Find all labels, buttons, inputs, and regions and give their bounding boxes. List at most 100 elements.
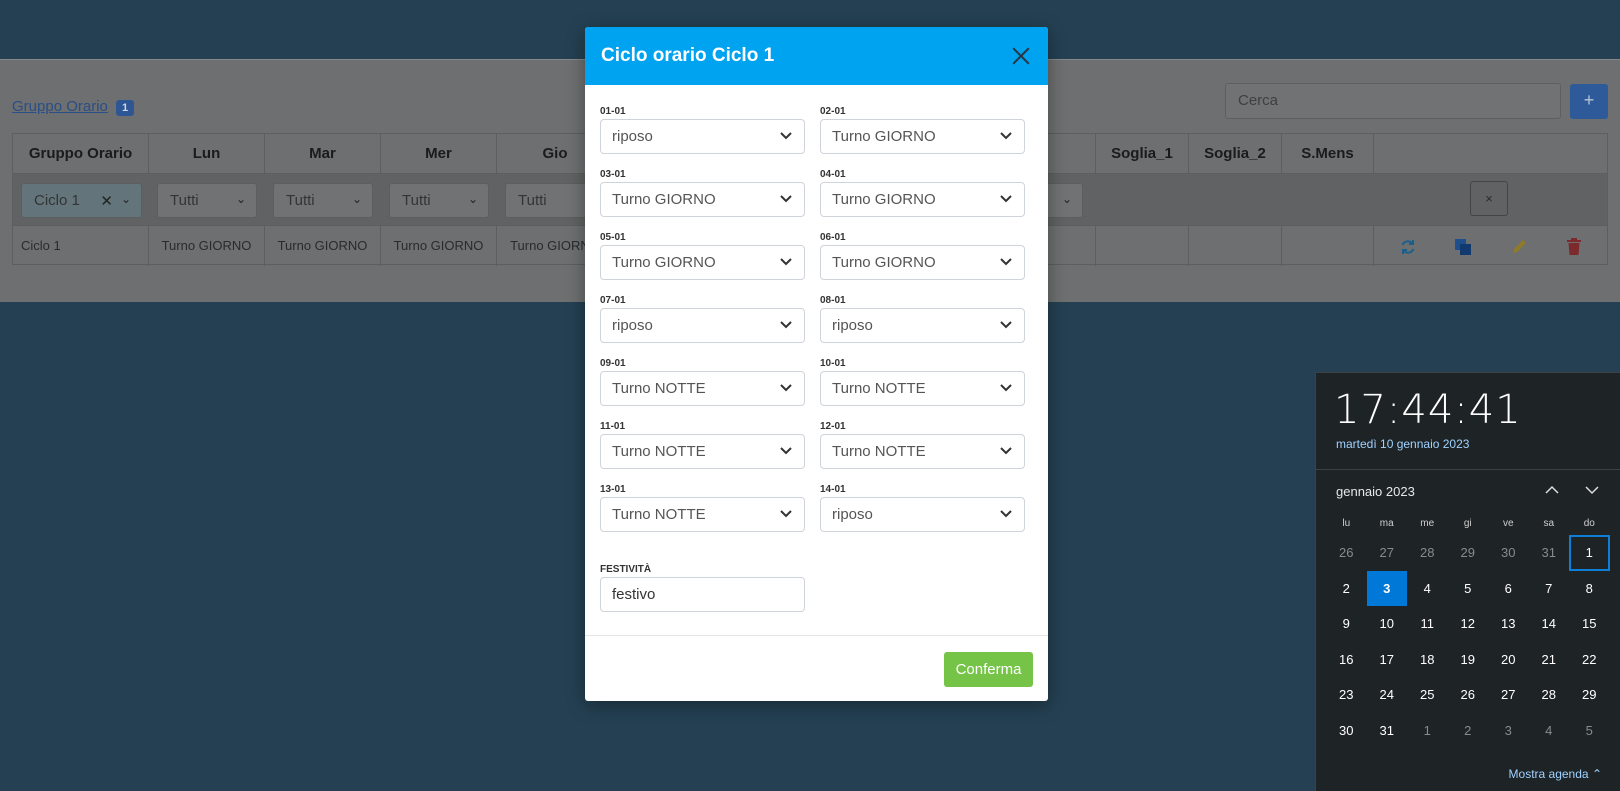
holiday-input[interactable]: festivo <box>600 577 805 612</box>
shift-select[interactable]: riposo <box>600 119 805 154</box>
column-header-lun[interactable]: Lun <box>149 134 265 173</box>
calendar-day[interactable]: 28 <box>1529 677 1570 713</box>
calendar-day[interactable]: 30 <box>1326 713 1367 749</box>
calendar-day[interactable]: 3 <box>1366 570 1407 606</box>
shift-value: Turno GIORNO <box>832 254 936 271</box>
confirm-button[interactable]: Conferma <box>944 652 1033 687</box>
close-icon[interactable] <box>1010 45 1032 67</box>
shift-select[interactable]: Turno NOTTE <box>600 497 805 532</box>
calendar-day[interactable]: 23 <box>1326 677 1367 713</box>
calendar-day[interactable]: 3 <box>1488 713 1529 749</box>
group-count-badge: 1 <box>116 100 135 116</box>
show-agenda-link[interactable]: Mostra agenda ⌃ <box>1509 767 1602 781</box>
calendar-day[interactable]: 8 <box>1569 571 1610 607</box>
calendar-day[interactable]: 26 <box>1326 535 1367 571</box>
chevron-down-icon <box>780 510 792 518</box>
calendar-day[interactable]: 12 <box>1448 606 1489 642</box>
calendar-day[interactable]: 4 <box>1529 713 1570 749</box>
calendar-day[interactable]: 2 <box>1448 713 1489 749</box>
chevron-up-icon[interactable] <box>1543 481 1561 499</box>
search-input[interactable]: Cerca <box>1225 83 1561 119</box>
calendar-day[interactable]: 27 <box>1367 535 1408 571</box>
copy-icon[interactable] <box>1454 238 1472 256</box>
calendar-day[interactable]: 5 <box>1569 713 1610 749</box>
calendar-day[interactable]: 10 <box>1367 606 1408 642</box>
modal-title: Ciclo orario Ciclo 1 <box>601 45 775 66</box>
calendar-day[interactable]: 30 <box>1488 535 1529 571</box>
calendar-day[interactable]: 7 <box>1529 571 1570 607</box>
hidden-filter-select[interactable]: ⌄ <box>1043 183 1083 218</box>
chevron-down-icon[interactable] <box>1583 481 1601 499</box>
calendar-day[interactable]: 29 <box>1569 677 1610 713</box>
calendar-day[interactable]: 20 <box>1488 642 1529 678</box>
shift-select[interactable]: Turno NOTTE <box>600 434 805 469</box>
calendar-day[interactable]: 4 <box>1407 571 1448 607</box>
shift-select[interactable]: Turno NOTTE <box>820 434 1025 469</box>
current-date-link[interactable]: martedì 10 gennaio 2023 <box>1336 437 1469 451</box>
shift-select[interactable]: Turno NOTTE <box>820 371 1025 406</box>
refresh-icon[interactable] <box>1399 238 1417 256</box>
column-header-mar[interactable]: Mar <box>265 134 381 173</box>
calendar-day[interactable]: 5 <box>1448 571 1489 607</box>
calendar-day[interactable]: 28 <box>1407 535 1448 571</box>
clear-filter-icon[interactable]: ✕ <box>100 192 113 210</box>
calendar-day[interactable]: 11 <box>1407 606 1448 642</box>
shift-select[interactable]: Turno GIORNO <box>820 119 1025 154</box>
calendar-week: 23 24 25 26 27 28 29 <box>1326 677 1610 713</box>
calendar-day[interactable]: 21 <box>1529 642 1570 678</box>
shift-select[interactable]: Turno GIORNO <box>820 182 1025 217</box>
chevron-down-icon: ⌄ <box>235 192 246 206</box>
calendar-day[interactable]: 24 <box>1367 677 1408 713</box>
group-link[interactable]: Gruppo Orario <box>12 98 108 115</box>
calendar-week: 2345678 <box>1326 570 1610 607</box>
calendar-day[interactable]: 27 <box>1488 677 1529 713</box>
calendar-day[interactable]: 13 <box>1488 606 1529 642</box>
calendar-day[interactable]: 31 <box>1529 535 1570 571</box>
calendar-day[interactable]: 6 <box>1488 571 1529 607</box>
cycle-modal: Ciclo orario Ciclo 1 01-01 riposo 02-01 Tur… <box>585 27 1048 701</box>
edit-icon[interactable] <box>1510 238 1528 256</box>
column-header-soglia2[interactable]: Soglia_2 <box>1189 134 1282 173</box>
clear-filters-button[interactable]: × <box>1470 181 1508 216</box>
add-button[interactable]: + <box>1570 84 1608 119</box>
calendar-day[interactable]: 17 <box>1367 642 1408 678</box>
calendar-day[interactable]: 22 <box>1569 642 1610 678</box>
calendar-day[interactable]: 14 <box>1529 606 1570 642</box>
calendar-day[interactable]: 26 <box>1448 677 1489 713</box>
shift-select[interactable]: riposo <box>820 497 1025 532</box>
day-field: 08-01 riposo <box>820 293 1025 343</box>
calendar-day[interactable]: 15 <box>1569 606 1610 642</box>
chevron-down-icon <box>780 132 792 140</box>
mer-filter-select[interactable]: Tutti ⌄ <box>389 183 489 218</box>
shift-select[interactable]: Turno NOTTE <box>600 371 805 406</box>
shift-select[interactable]: Turno GIORNO <box>820 245 1025 280</box>
calendar-day[interactable]: 29 <box>1448 535 1489 571</box>
lun-filter-select[interactable]: Tutti ⌄ <box>157 183 257 218</box>
calendar-day[interactable]: 16 <box>1326 642 1367 678</box>
modal-header: Ciclo orario Ciclo 1 <box>585 27 1048 85</box>
calendar-day[interactable]: 2 <box>1326 571 1367 607</box>
calendar-day[interactable]: 31 <box>1367 713 1408 749</box>
calendar-day[interactable]: 1 <box>1407 713 1448 749</box>
weekday-label: sa <box>1543 518 1555 529</box>
shift-select[interactable]: Turno GIORNO <box>600 245 805 280</box>
column-header-gruppo[interactable]: Gruppo Orario <box>13 134 149 173</box>
chevron-down-icon: ⌄ <box>120 192 131 206</box>
mar-filter-select[interactable]: Tutti ⌄ <box>273 183 373 218</box>
calendar-day[interactable]: 18 <box>1407 642 1448 678</box>
column-header-soglia1[interactable]: Soglia_1 <box>1095 134 1189 173</box>
calendar-day[interactable]: 25 <box>1407 677 1448 713</box>
column-header-mer[interactable]: Mer <box>381 134 497 173</box>
shift-select[interactable]: Turno GIORNO <box>600 182 805 217</box>
shift-select[interactable]: riposo <box>820 308 1025 343</box>
shift-select[interactable]: riposo <box>600 308 805 343</box>
month-label[interactable]: gennaio 2023 <box>1336 484 1415 499</box>
column-header-smens[interactable]: S.Mens <box>1282 134 1374 173</box>
day-field: 06-01 Turno GIORNO <box>820 230 1025 280</box>
group-filter-select[interactable]: Ciclo 1 ✕ ⌄ <box>21 183 142 218</box>
calendar-grid: lu ma me gi ve sa do 26 27 28 29 30 31 1 2 3 4 5 6 7 8 9 10 11… <box>1326 513 1610 748</box>
calendar-day[interactable]: 19 <box>1448 642 1489 678</box>
calendar-day[interactable]: 1 <box>1569 535 1610 571</box>
calendar-day[interactable]: 9 <box>1326 606 1367 642</box>
delete-icon[interactable] <box>1566 238 1582 256</box>
